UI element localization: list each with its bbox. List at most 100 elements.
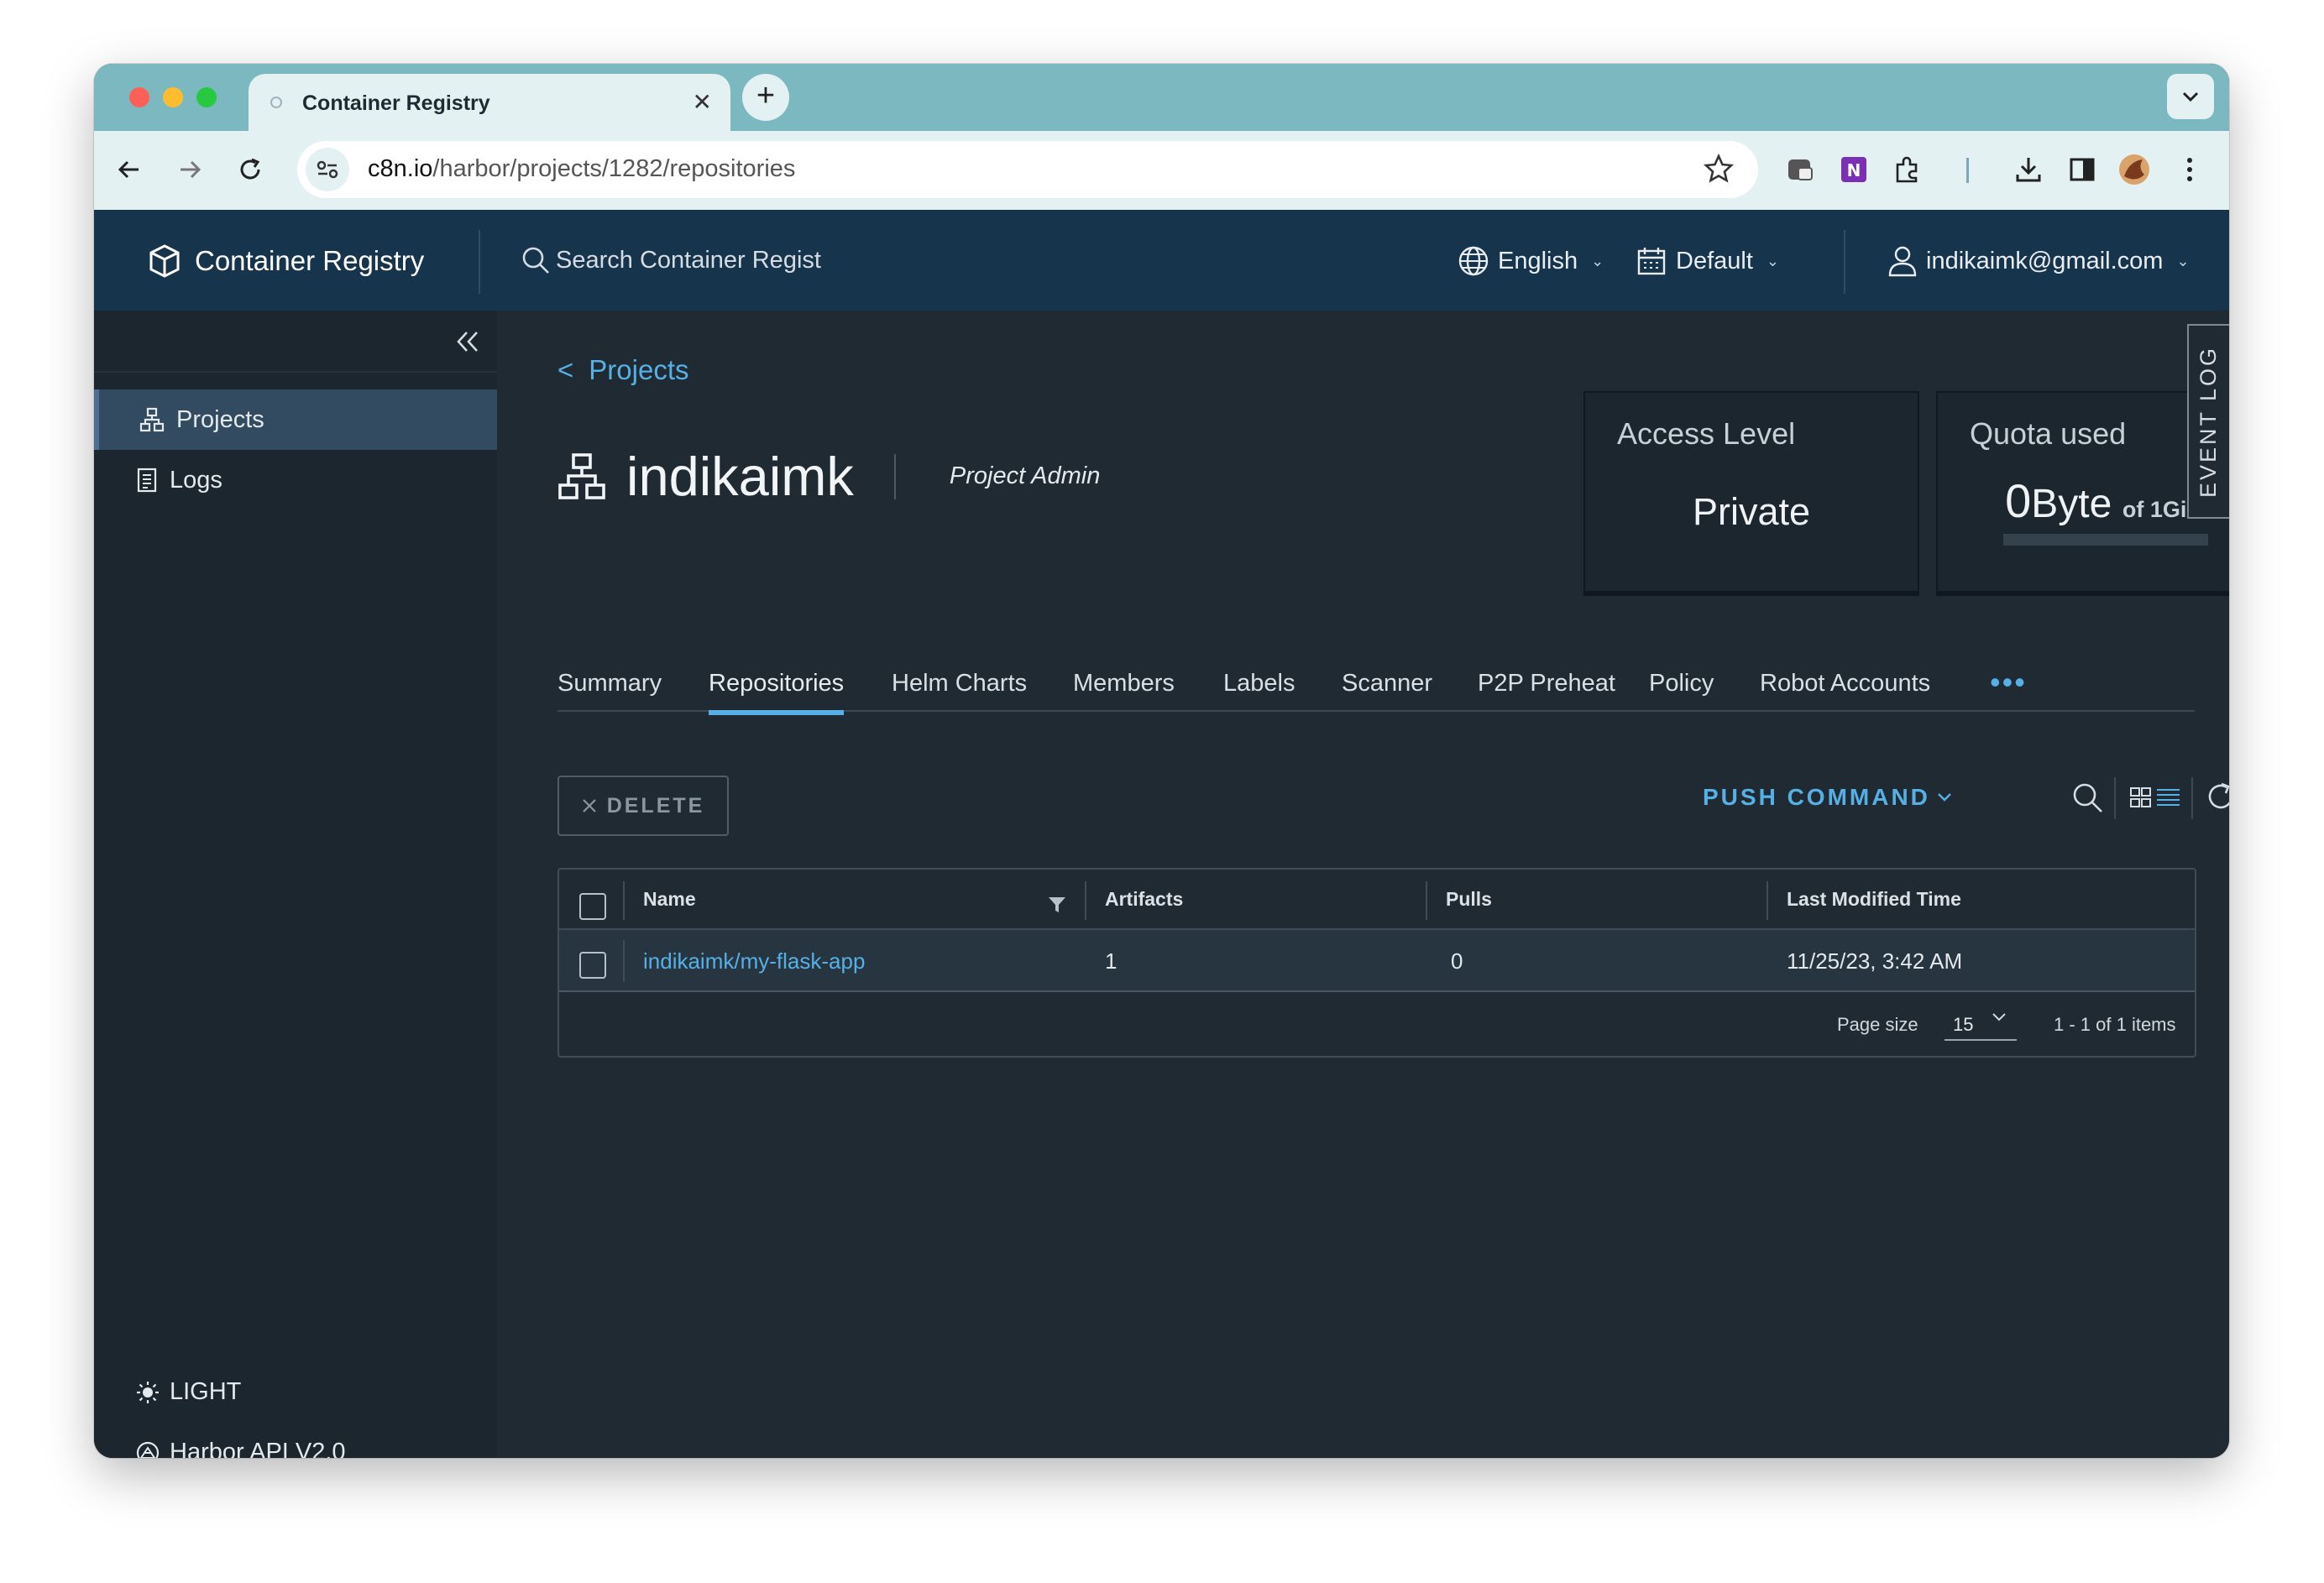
- brand-link[interactable]: Container Registry: [148, 243, 424, 279]
- zoom-window-button[interactable]: [196, 87, 217, 107]
- grid-list-toggle-icon: [2130, 787, 2180, 807]
- quota-card: Quota used 0Byte of 1GiB: [1936, 391, 2229, 593]
- chevron-down-icon: ⌄: [2176, 252, 2190, 269]
- toolbar-divider: [1966, 158, 1969, 183]
- column-header-pulls[interactable]: Pulls: [1446, 888, 1492, 911]
- bookmark-star-icon[interactable]: [1703, 153, 1735, 185]
- access-level-value: Private: [1692, 490, 1811, 533]
- site-settings-icon[interactable]: [306, 148, 349, 191]
- sidebar-item-label: Logs: [170, 466, 222, 494]
- push-command-label: PUSH COMMAND: [1703, 784, 1930, 810]
- browser-tab[interactable]: Container Registry ✕: [249, 74, 730, 131]
- tab-helm-charts[interactable]: Helm Charts: [892, 670, 1027, 697]
- browser-menu-icon[interactable]: [2171, 151, 2208, 188]
- column-divider: [1767, 881, 1768, 920]
- refresh-icon: [2208, 782, 2229, 809]
- tab-labels[interactable]: Labels: [1223, 670, 1295, 697]
- chevron-down-icon: [1938, 793, 1951, 802]
- projects-icon: [139, 407, 165, 432]
- sun-icon: [137, 1381, 159, 1403]
- side-panel-icon[interactable]: [2064, 151, 2101, 188]
- artifacts-count: 1: [1105, 948, 1118, 974]
- header-divider: [1844, 230, 1845, 294]
- column-divider: [623, 881, 625, 920]
- reload-button[interactable]: [233, 153, 267, 186]
- browser-tabstrip: Container Registry ✕ +: [94, 64, 2229, 131]
- column-divider: [623, 940, 625, 982]
- column-divider: [1085, 881, 1086, 920]
- user-menu[interactable]: indikaimk@gmail.com ⌄: [1887, 245, 2190, 277]
- sidebar-divider: [94, 371, 497, 373]
- sidebar-item-logs[interactable]: Logs: [94, 450, 497, 510]
- language-dropdown[interactable]: English ⌄: [1458, 245, 1604, 277]
- tab-members[interactable]: Members: [1073, 670, 1175, 697]
- download-icon[interactable]: [2010, 151, 2047, 188]
- api-link[interactable]: Harbor API V2.0: [136, 1439, 346, 1458]
- sidebar-item-projects[interactable]: Projects: [94, 389, 497, 450]
- user-icon: [1888, 246, 1917, 277]
- column-header-artifacts[interactable]: Artifacts: [1105, 888, 1183, 911]
- push-command-dropdown[interactable]: PUSH COMMAND: [1703, 784, 1952, 811]
- cube-logo-icon: [149, 244, 180, 278]
- row-checkbox[interactable]: [579, 952, 606, 979]
- tab-robot-accounts[interactable]: Robot Accounts: [1760, 670, 1930, 697]
- view-toggle-button[interactable]: [2129, 786, 2181, 809]
- tab-policy[interactable]: Policy: [1649, 670, 1714, 697]
- address-bar[interactable]: c8n.io/harbor/projects/1282/repositories: [297, 141, 1758, 198]
- theme-dropdown[interactable]: Default ⌄: [1636, 245, 1779, 277]
- breadcrumb[interactable]: < Projects: [557, 354, 689, 386]
- repo-search-button[interactable]: [2070, 781, 2104, 814]
- favicon-icon: [270, 97, 282, 108]
- tab-search-button[interactable]: [2167, 74, 2214, 119]
- table-header: Name Artifacts Pulls Last Modified Time: [559, 870, 2195, 930]
- theme-toggle[interactable]: LIGHT: [136, 1378, 241, 1406]
- tab-repositories[interactable]: Repositories: [709, 670, 845, 715]
- tab-scanner[interactable]: Scanner: [1342, 670, 1432, 697]
- project-tabs: Summary Repositories Helm Charts Members…: [557, 665, 2195, 715]
- onenote-icon[interactable]: N: [1835, 151, 1872, 188]
- api-icon: [136, 1441, 160, 1458]
- new-tab-button[interactable]: +: [742, 74, 789, 121]
- tab-summary[interactable]: Summary: [557, 670, 662, 697]
- pagination-summary: 1 - 1 of 1 items: [2054, 1014, 2176, 1035]
- extensions-icon[interactable]: [1889, 151, 1926, 188]
- extension-puzzle-app-icon[interactable]: [1782, 151, 1819, 188]
- collapse-sidebar-button[interactable]: [455, 329, 480, 354]
- breadcrumb-projects-link[interactable]: Projects: [589, 354, 688, 386]
- forward-button[interactable]: [173, 153, 207, 186]
- chevron-down-icon: [1992, 1013, 2006, 1021]
- search-icon: [522, 247, 549, 274]
- delete-button[interactable]: DELETE: [557, 776, 729, 836]
- reload-icon: [240, 158, 260, 180]
- filter-icon[interactable]: [1048, 896, 1066, 913]
- global-search[interactable]: Search Container Regist: [521, 245, 821, 275]
- double-chevron-left-icon: [457, 332, 478, 352]
- pulls-count: 0: [1451, 948, 1463, 974]
- brand-name: Container Registry: [195, 245, 425, 276]
- tab-p2p-preheat[interactable]: P2P Preheat: [1478, 670, 1615, 697]
- close-window-button[interactable]: [129, 87, 149, 107]
- page-size-select[interactable]: 15: [1945, 1007, 2017, 1041]
- url-text: c8n.io/harbor/projects/1282/repositories: [368, 155, 796, 182]
- quota-used-number: 0: [2005, 474, 2032, 527]
- language-label: English: [1498, 247, 1578, 274]
- quota-value: 0Byte of 1GiB: [1938, 473, 2229, 528]
- profile-avatar-icon[interactable]: [2116, 151, 2153, 188]
- column-header-name[interactable]: Name: [643, 888, 696, 911]
- toolbar-divider: [2114, 777, 2116, 819]
- project-icon: [558, 452, 605, 499]
- event-log-toggle[interactable]: EVENT LOG: [2187, 324, 2229, 519]
- page-size-label: Page size: [1837, 1014, 1918, 1035]
- chevron-down-icon: ⌄: [1591, 252, 1604, 269]
- calendar-icon: [1637, 248, 1666, 275]
- repository-name-link[interactable]: indikaimk/my-flask-app: [643, 948, 865, 974]
- table-row: indikaimk/my-flask-app 1 0 11/25/23, 3:4…: [559, 930, 2195, 992]
- minimize-window-button[interactable]: [163, 87, 183, 107]
- back-button[interactable]: [113, 153, 146, 186]
- tab-close-icon[interactable]: ✕: [693, 91, 712, 114]
- title-divider: [893, 453, 896, 499]
- select-all-checkbox[interactable]: [579, 893, 606, 920]
- tabs-more-icon[interactable]: •••: [1990, 665, 2027, 700]
- refresh-button[interactable]: [2205, 781, 2229, 812]
- column-header-last-modified[interactable]: Last Modified Time: [1787, 888, 1961, 911]
